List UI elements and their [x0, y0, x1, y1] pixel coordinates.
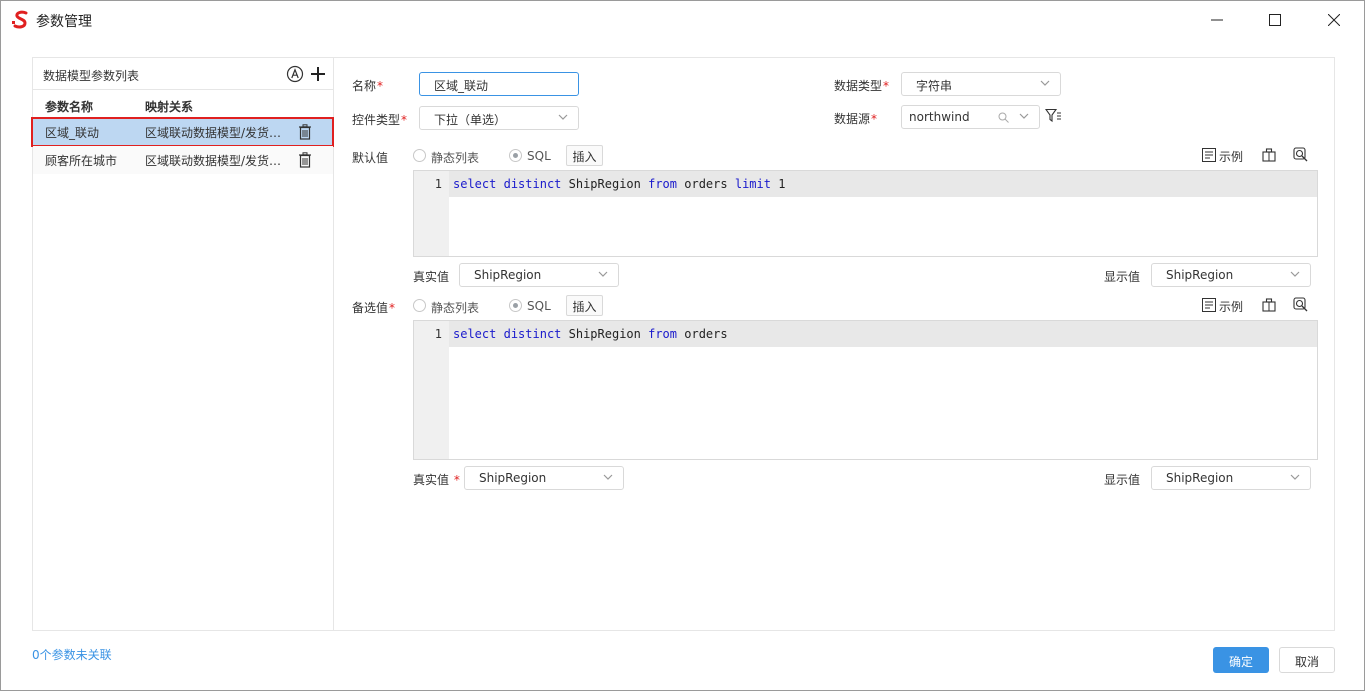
options-display-value: ShipRegion: [1166, 471, 1234, 485]
minimize-button[interactable]: [1188, 1, 1246, 39]
options-label: 备选值*: [352, 301, 396, 315]
column-header-name: 参数名称: [45, 100, 94, 114]
default-sql-editor[interactable]: 1 select distinct ShipRegion from orders…: [413, 170, 1318, 257]
datasource-select[interactable]: northwind: [901, 105, 1040, 129]
editor-gutter: [414, 321, 449, 459]
options-static-radio-label: 静态列表: [431, 301, 480, 315]
sql-code-line: select distinct ShipRegion from orders: [453, 327, 728, 341]
chevron-down-icon: [598, 271, 608, 277]
window-title: 参数管理: [36, 14, 92, 30]
datasource-label: 数据源*: [834, 112, 878, 126]
sql-code-line: select distinct ShipRegion from orders l…: [453, 177, 786, 191]
chevron-down-icon: [1019, 113, 1029, 119]
default-display-value-select[interactable]: ShipRegion: [1151, 263, 1311, 287]
title-bar: 参数管理: [1, 1, 1364, 39]
chevron-down-icon: [1290, 271, 1300, 277]
parameter-list-panel: 数据模型参数列表 参数名称 映射关系 区域_联动 区域联动数据模型/发货区域 顾…: [31, 58, 334, 630]
options-static-radio[interactable]: [413, 299, 426, 312]
close-icon: [1328, 14, 1340, 26]
default-sql-radio-label: SQL: [527, 149, 551, 163]
default-example-button[interactable]: 示例: [1219, 148, 1243, 165]
line-number: 1: [434, 177, 442, 191]
parameter-detail-panel: 名称* 区域_联动 数据类型* 字符串 控件类型* 下拉（单选） 数据源* no…: [335, 58, 1334, 630]
app-logo-icon: [12, 10, 28, 29]
default-value-label: 默认值: [352, 151, 389, 165]
format-icon[interactable]: [1262, 298, 1276, 312]
parameter-name: 区域_联动: [45, 126, 100, 140]
options-sql-radio-label: SQL: [527, 299, 551, 313]
parameter-row-selected[interactable]: 区域_联动 区域联动数据模型/发货区域: [31, 117, 334, 147]
options-sql-radio[interactable]: [509, 299, 522, 312]
default-real-value-label: 真实值: [413, 270, 450, 284]
data-type-label: 数据类型*: [834, 79, 890, 93]
delete-icon[interactable]: [298, 152, 312, 168]
minimize-icon: [1211, 19, 1223, 21]
example-icon[interactable]: [1202, 148, 1216, 162]
chevron-down-icon: [1040, 80, 1050, 86]
options-display-value-select[interactable]: ShipRegion: [1151, 466, 1311, 490]
chevron-down-icon: [558, 114, 568, 120]
auto-link-icon[interactable]: [286, 65, 304, 83]
search-icon[interactable]: [998, 112, 1009, 123]
format-icon[interactable]: [1262, 148, 1276, 162]
default-insert-button[interactable]: 插入: [566, 145, 603, 166]
default-real-value-select[interactable]: ShipRegion: [459, 263, 619, 287]
parameter-list-title: 数据模型参数列表: [43, 69, 140, 83]
line-number: 1: [434, 327, 442, 341]
parameter-name: 顾客所在城市: [45, 154, 118, 168]
parameter-list-header: 数据模型参数列表: [33, 58, 333, 90]
maximize-icon: [1269, 14, 1281, 26]
parameter-mapping: 区域联动数据模型/发货城市: [145, 154, 290, 168]
parameter-mapping: 区域联动数据模型/发货区域: [145, 126, 290, 140]
data-type-select[interactable]: 字符串: [901, 72, 1061, 96]
datasource-value: northwind: [909, 110, 970, 124]
default-display-value-label: 显示值: [1104, 270, 1141, 284]
parameter-row[interactable]: 顾客所在城市 区域联动数据模型/发货城市: [33, 146, 333, 174]
options-sql-editor[interactable]: 1 select distinct ShipRegion from orders: [413, 320, 1318, 460]
column-header-mapping: 映射关系: [145, 100, 194, 114]
control-type-label: 控件类型*: [352, 113, 408, 127]
default-static-radio[interactable]: [413, 149, 426, 162]
data-type-value: 字符串: [916, 79, 953, 93]
preview-icon[interactable]: [1293, 297, 1308, 312]
chevron-down-icon: [1290, 474, 1300, 480]
options-real-value-label: 真实值 *: [413, 473, 460, 487]
dialog-body: 数据模型参数列表 参数名称 映射关系 区域_联动 区域联动数据模型/发货区域 顾…: [31, 57, 1335, 631]
example-icon[interactable]: [1202, 298, 1216, 312]
options-insert-button[interactable]: 插入: [566, 295, 603, 316]
add-parameter-icon[interactable]: [309, 65, 327, 83]
close-button[interactable]: [1305, 1, 1363, 39]
name-label: 名称*: [352, 79, 384, 93]
default-real-value: ShipRegion: [474, 268, 542, 282]
control-type-value: 下拉（单选）: [434, 113, 507, 127]
maximize-button[interactable]: [1246, 1, 1304, 39]
filter-icon[interactable]: [1045, 108, 1062, 124]
parameter-manager-dialog: 参数管理 数据模型参数列表 参数名称 映射关系 区域_联动 区域联动数据模型/发…: [0, 0, 1365, 691]
default-display-value: ShipRegion: [1166, 268, 1234, 282]
default-static-radio-label: 静态列表: [431, 151, 480, 165]
chevron-down-icon: [603, 474, 613, 480]
unlinked-parameters-link[interactable]: 0个参数未关联: [32, 646, 112, 663]
default-sql-radio[interactable]: [509, 149, 522, 162]
options-example-button[interactable]: 示例: [1219, 298, 1243, 315]
delete-icon[interactable]: [298, 124, 312, 140]
options-real-value: ShipRegion: [479, 471, 547, 485]
name-input[interactable]: 区域_联动: [419, 72, 579, 96]
ok-button[interactable]: 确定: [1213, 647, 1269, 673]
cancel-button[interactable]: 取消: [1279, 647, 1335, 673]
control-type-select[interactable]: 下拉（单选）: [419, 106, 579, 130]
options-real-value-select[interactable]: ShipRegion: [464, 466, 624, 490]
options-display-value-label: 显示值: [1104, 473, 1141, 487]
preview-icon[interactable]: [1293, 147, 1308, 162]
